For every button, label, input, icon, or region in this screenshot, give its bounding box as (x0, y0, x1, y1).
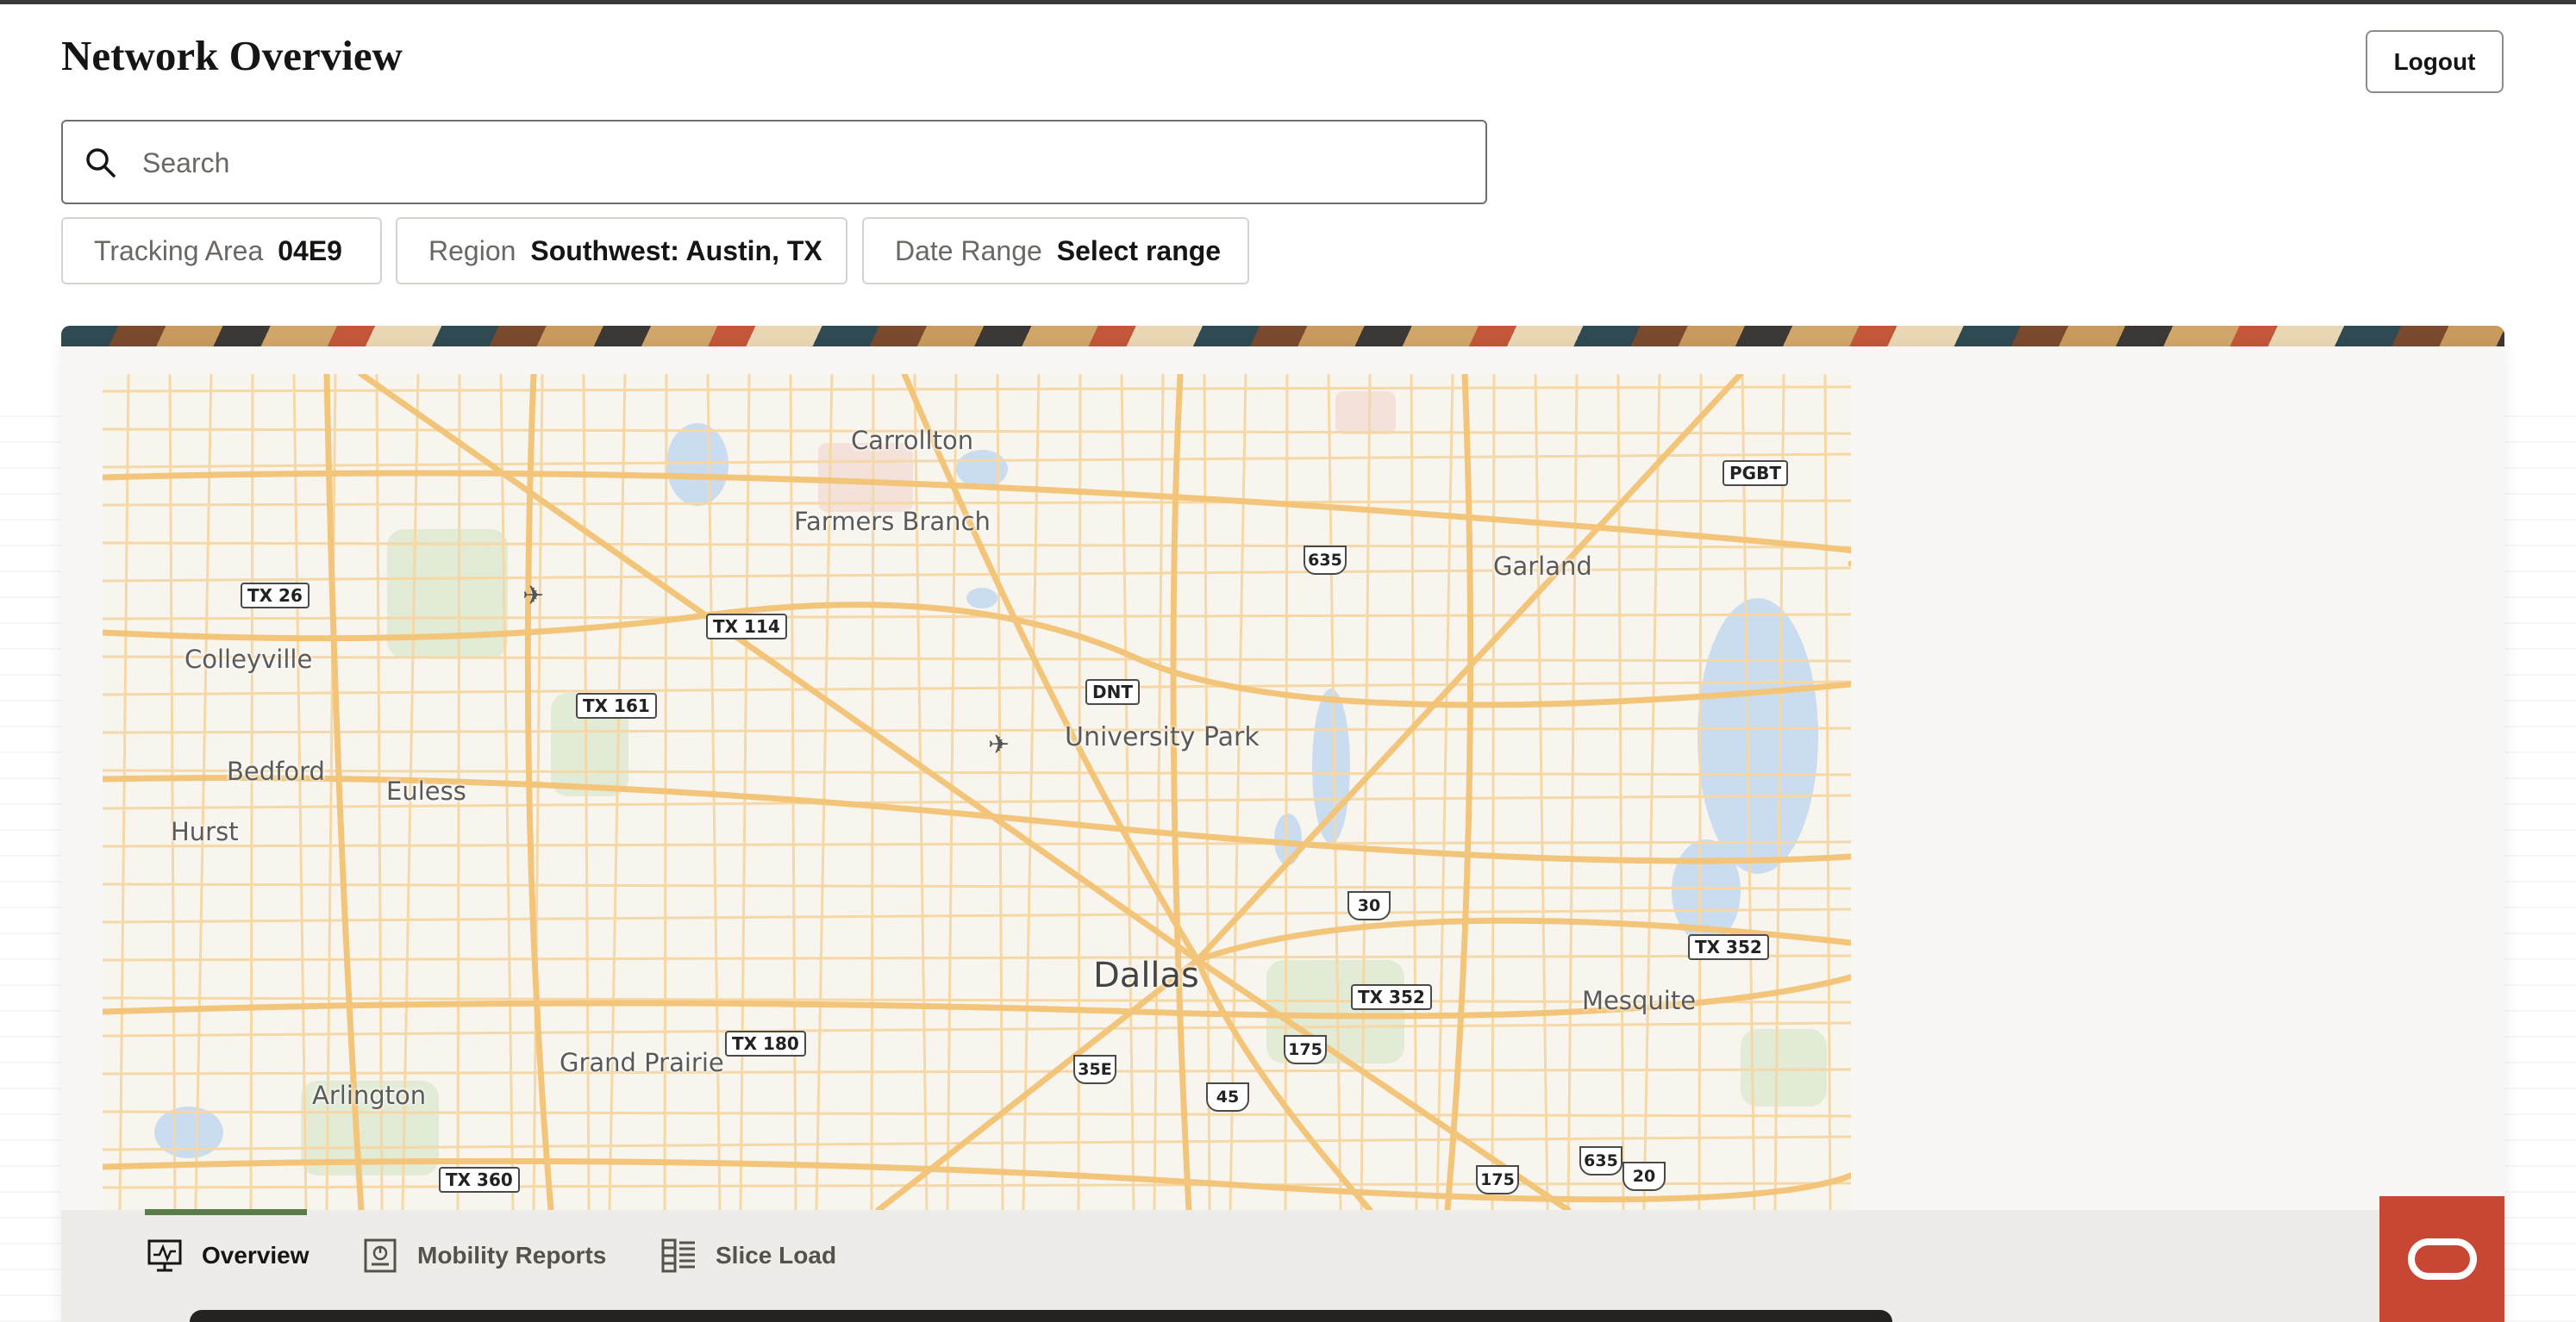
map-street (1566, 374, 1579, 1210)
highway-shield: TX 360 (439, 1167, 520, 1193)
highway-shield: TX 114 (706, 614, 787, 639)
highway-shield: TX 352 (1688, 934, 1769, 960)
map-street (913, 374, 928, 1210)
map-street (103, 954, 1851, 962)
filter-date-range[interactable]: Date Range Select range (862, 217, 1249, 284)
map-city-label: Hurst (171, 817, 239, 846)
map-street (1534, 374, 1549, 1210)
map-street (103, 385, 1851, 393)
map-city-label: Dallas (1093, 956, 1199, 995)
map-street (1642, 374, 1661, 1210)
map-street (103, 726, 1851, 734)
map-street (103, 1021, 1851, 1038)
network-map[interactable]: Carrollton Farmers Branch Garland Colley… (103, 374, 1851, 1210)
decorative-banner (61, 326, 2504, 346)
filter-label: Tracking Area (94, 234, 264, 266)
map-city-label: Grand Prairie (560, 1048, 724, 1077)
list-grid-icon (661, 1238, 695, 1273)
tab-label: Overview (202, 1242, 309, 1269)
airport-icon: ✈ (522, 582, 545, 610)
interstate-shield: 635 (1579, 1146, 1623, 1175)
map-street (103, 1182, 1851, 1189)
map-street (1410, 374, 1418, 1210)
search-box[interactable] (61, 120, 1487, 204)
map-street (103, 499, 1851, 507)
map-street (194, 374, 213, 1210)
interstate-shield: 635 (1304, 546, 1347, 575)
tab-label: Mobility Reports (417, 1242, 607, 1269)
map-street (168, 374, 177, 1210)
map-street (103, 427, 1851, 435)
page-title: Network Overview (61, 32, 403, 79)
interstate-shield: 20 (1623, 1162, 1666, 1191)
highway-shield: PGBT (1723, 460, 1788, 486)
map-street (103, 840, 1851, 848)
map-city-label: Euless (386, 776, 466, 806)
map-street (499, 374, 515, 1210)
map-city-label: Mesquite (1582, 986, 1697, 1015)
horizontal-scrollbar[interactable] (190, 1310, 1892, 1322)
map-street (1435, 374, 1454, 1210)
filter-value: Southwest: Austin, TX (530, 234, 822, 266)
map-street (292, 374, 308, 1210)
highway-shield: DNT (1085, 679, 1140, 705)
map-city-label: Carrollton (851, 426, 974, 455)
search-input[interactable] (141, 128, 1472, 197)
filter-value: Select range (1056, 234, 1222, 266)
top-border (0, 0, 2576, 4)
map-street (118, 374, 130, 1210)
monitor-chart-icon (147, 1239, 182, 1272)
map-city-label: Colleyville (184, 645, 313, 674)
logout-button[interactable]: Logout (2366, 30, 2504, 93)
map-street (1360, 374, 1372, 1210)
map-street (103, 655, 1851, 663)
map-city-label: Arlington (312, 1081, 427, 1110)
map-city-label: University Park (1065, 722, 1260, 752)
map-street (1153, 374, 1165, 1210)
filter-label: Date Range (895, 234, 1042, 266)
map-street (1491, 374, 1496, 1210)
assistant-button[interactable] (2379, 1196, 2504, 1322)
interstate-shield: 175 (1284, 1035, 1327, 1064)
airport-icon: ✈ (988, 731, 1010, 759)
map-street (1077, 374, 1082, 1210)
filter-value: 04E9 (278, 234, 342, 266)
search-icon (86, 148, 116, 178)
report-icon (364, 1238, 397, 1273)
map-street (1698, 374, 1703, 1210)
highway-shield: TX 26 (241, 583, 309, 608)
map-street (789, 374, 797, 1210)
chat-bubble-icon (2407, 1238, 2477, 1280)
tab-overview[interactable]: Overview (147, 1231, 309, 1281)
highway-shield: TX 352 (1351, 984, 1432, 1010)
interstate-shield: 35E (1073, 1055, 1116, 1084)
map-street (103, 882, 1851, 890)
highway-shield: TX 161 (576, 693, 657, 719)
map-street (103, 680, 1851, 696)
highway-shield: TX 180 (725, 1031, 806, 1057)
interstate-shield: 175 (1476, 1165, 1519, 1194)
tab-slice-load[interactable]: Slice Load (660, 1231, 836, 1281)
map-street (739, 374, 751, 1210)
filter-tracking-area[interactable]: Tracking Area 04E9 (61, 217, 382, 284)
map-street (1284, 374, 1289, 1210)
map-city-label: Farmers Branch (794, 507, 991, 536)
map-street (870, 374, 875, 1210)
filter-region[interactable]: Region Southwest: Austin, TX (396, 217, 847, 284)
map-city-label: Bedford (227, 757, 325, 786)
map-street (1120, 374, 1135, 1210)
interstate-shield: 45 (1206, 1082, 1249, 1112)
tab-label: Slice Load (716, 1242, 837, 1269)
map-street (996, 374, 1004, 1210)
map-street (103, 769, 1851, 776)
filter-label: Region (428, 234, 516, 266)
map-street (249, 374, 254, 1210)
tab-mobility-reports[interactable]: Mobility Reports (362, 1231, 606, 1281)
map-street (103, 1068, 1851, 1076)
interstate-shield: 30 (1347, 891, 1391, 920)
map-city-label: Garland (1493, 552, 1592, 581)
active-tab-indicator (145, 1209, 307, 1215)
